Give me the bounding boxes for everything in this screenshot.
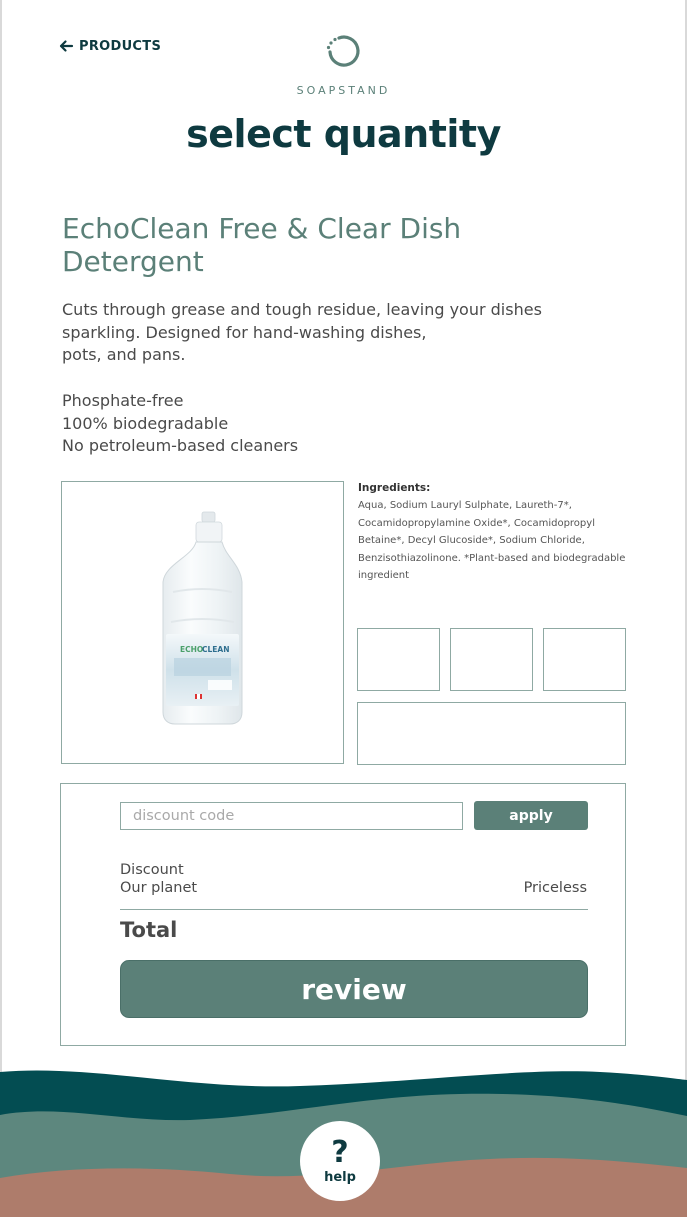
- ingredients-text: Aqua, Sodium Lauryl Sulphate, Laureth-7*…: [358, 500, 626, 582]
- total-divider: [120, 909, 588, 910]
- planet-label: Our planet: [120, 880, 198, 896]
- discount-code-input[interactable]: [120, 802, 463, 830]
- help-label: help: [324, 1169, 356, 1185]
- product-name: EchoClean Free & Clear Dish Detergent: [62, 212, 462, 278]
- planet-value: Priceless: [523, 880, 587, 896]
- checkout-panel: apply Discount Our planet Priceless Tota…: [60, 783, 626, 1046]
- ingredients-panel: Ingredients: Aqua, Sodium Lauryl Sulphat…: [358, 482, 633, 585]
- feature-item: 100% biodegradable: [62, 413, 229, 433]
- brand-name: SOAPSTAND: [296, 84, 391, 97]
- feature-item: No petroleum-based cleaners: [62, 436, 299, 455]
- product-description: Cuts through grease and tough residue, l…: [62, 300, 542, 364]
- total-label: Total: [120, 918, 178, 942]
- discount-label: Discount: [120, 862, 184, 878]
- feature-item: Phosphate-free: [62, 391, 184, 410]
- custom-quantity-box[interactable]: [357, 702, 626, 765]
- page-title: select quantity: [186, 112, 501, 156]
- product-features-list: Phosphate-free 100% biodegradable No pet…: [62, 390, 298, 458]
- product-image: ECHO CLEAN: [61, 481, 344, 764]
- help-button[interactable]: ? help: [300, 1121, 380, 1201]
- detergent-bottle-icon: ECHO CLEAN: [162, 511, 243, 725]
- left-frame-border: [0, 0, 2, 1217]
- apply-discount-button[interactable]: apply: [474, 801, 588, 830]
- brand-logo: SOAPSTAND: [0, 30, 687, 97]
- ingredients-title: Ingredients:: [358, 482, 431, 494]
- review-button[interactable]: review: [120, 960, 588, 1018]
- svg-text:CLEAN: CLEAN: [202, 645, 230, 654]
- quantity-option-1[interactable]: [357, 628, 440, 691]
- soapstand-logo-icon: [326, 35, 360, 67]
- question-mark-icon: ?: [331, 1134, 349, 1170]
- quantity-option-3[interactable]: [543, 628, 626, 691]
- quantity-option-2[interactable]: [450, 628, 533, 691]
- svg-text:ECHO: ECHO: [180, 645, 203, 654]
